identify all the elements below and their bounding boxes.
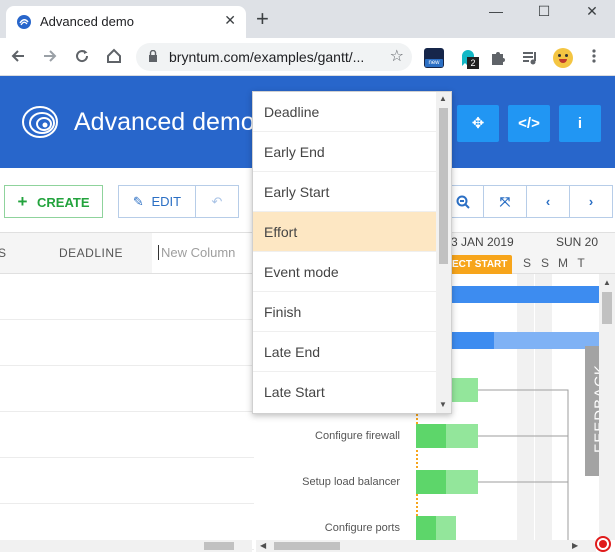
url-text: bryntum.com/examples/gantt/... <box>169 49 365 65</box>
code-icon: </> <box>518 115 540 132</box>
browser-tabstrip: Advanced demo ✕ + — ☐ ✕ <box>0 0 615 38</box>
day-label: T <box>577 256 585 270</box>
browser-tab-active[interactable]: Advanced demo ✕ <box>6 6 246 38</box>
dropdown-item-deadline[interactable]: Deadline <box>253 92 437 132</box>
day-label: M <box>558 256 568 270</box>
new-tab-button[interactable]: + <box>256 7 269 31</box>
column-header-s[interactable]: S <box>0 246 7 260</box>
task-label: Configure ports <box>324 522 400 534</box>
new-column-cell[interactable]: New Column <box>152 233 254 273</box>
dropdown-item-early-end[interactable]: Early End <box>253 132 437 172</box>
grid-body <box>0 274 254 550</box>
extension-ghost-icon[interactable]: 2 <box>458 48 479 69</box>
scroll-left-arrow-icon[interactable]: ◀ <box>260 541 266 550</box>
bookmark-star-icon[interactable]: ☆ <box>390 46 404 66</box>
dropdown-item-late-start[interactable]: Late Start <box>253 372 437 412</box>
back-arrow-icon[interactable] <box>8 46 28 66</box>
week-label: 3 JAN 2019 <box>451 235 514 249</box>
edit-button[interactable]: ✎ EDIT <box>118 185 196 218</box>
window-close-button[interactable]: ✕ <box>578 2 606 22</box>
task-label: Configure firewall <box>315 430 400 442</box>
dropdown-item-late-end[interactable]: Late End <box>253 332 437 372</box>
day-label: S <box>522 256 531 270</box>
extensions-puzzle-icon[interactable] <box>488 48 508 68</box>
zoom-to-fit-button[interactable]: ⤧ <box>483 185 527 218</box>
task-bar[interactable] <box>416 516 456 540</box>
gantt-scroll-thumb[interactable] <box>274 542 340 550</box>
tab-title: Advanced demo <box>40 14 134 29</box>
gantt-horizontal-scrollbar[interactable]: ◀ ▶ <box>256 540 596 552</box>
undo-button[interactable]: ↶ <box>195 185 239 218</box>
table-row[interactable] <box>0 320 254 366</box>
tab-close-icon[interactable]: ✕ <box>224 12 236 29</box>
info-button[interactable]: i <box>559 105 601 142</box>
grid-scroll-thumb[interactable] <box>204 542 234 550</box>
project-start-marker: ECT START <box>448 255 512 275</box>
media-control-icon[interactable] <box>520 48 540 68</box>
bryntum-favicon-icon <box>17 15 31 29</box>
grid-horizontal-scrollbar[interactable] <box>0 540 252 552</box>
browser-menu-icon[interactable] <box>584 46 604 66</box>
move-icon: ✥ <box>471 115 485 132</box>
scroll-up-arrow-icon[interactable]: ▲ <box>439 94 447 103</box>
dropdown-scroll-thumb[interactable] <box>439 108 448 264</box>
task-progress <box>416 516 436 540</box>
plus-icon: + <box>17 192 28 211</box>
next-timespan-button[interactable]: › <box>569 185 613 218</box>
zoom-out-icon <box>456 195 470 209</box>
scroll-right-arrow-icon[interactable]: ▶ <box>572 541 578 550</box>
gantt-vertical-scrollbar[interactable]: ▲ <box>599 274 615 540</box>
scroll-down-arrow-icon[interactable]: ▼ <box>439 400 447 409</box>
new-column-input[interactable]: New Column <box>158 245 235 260</box>
bryntum-logo-icon <box>22 106 58 138</box>
dropdown-item-effort[interactable]: Effort <box>253 212 437 252</box>
dropdown-item-event-mode[interactable]: Event mode <box>253 252 437 292</box>
profile-avatar[interactable] <box>553 48 573 68</box>
browser-toolbar: bryntum.com/examples/gantt/... ☆ new 2 <box>0 38 615 76</box>
task-progress <box>416 470 446 494</box>
column-header-deadline[interactable]: DEADLINE <box>59 246 123 260</box>
grid-header: S DEADLINE New Column <box>0 232 254 274</box>
record-indicator-icon <box>595 536 611 552</box>
pencil-icon: ✎ <box>132 194 144 209</box>
home-icon[interactable] <box>104 46 124 66</box>
task-progress <box>416 424 446 448</box>
window-minimize-button[interactable]: — <box>482 2 510 22</box>
code-button[interactable]: </> <box>508 105 550 142</box>
compress-icon: ⤧ <box>499 194 511 209</box>
task-label: Setup load balancer <box>302 476 400 488</box>
task-bar[interactable] <box>416 424 478 448</box>
day-label: S <box>540 256 549 270</box>
task-bar[interactable] <box>416 470 478 494</box>
column-type-dropdown[interactable]: Deadline Early End Early Start Effort Ev… <box>252 91 452 414</box>
vertical-scroll-thumb[interactable] <box>602 292 612 324</box>
previous-timespan-button[interactable]: ‹ <box>526 185 570 218</box>
edit-label: EDIT <box>151 194 182 209</box>
create-button[interactable]: + CREATE <box>4 185 103 218</box>
week-label-next: SUN 20 <box>556 235 599 249</box>
chevron-left-icon: ‹ <box>545 194 551 209</box>
forward-arrow-icon[interactable] <box>40 46 60 66</box>
dropdown-scrollbar[interactable]: ▲ ▼ <box>436 92 451 413</box>
table-row[interactable] <box>0 366 254 412</box>
undo-icon: ↶ <box>211 194 223 209</box>
scroll-up-arrow-icon[interactable]: ▲ <box>603 278 611 287</box>
lock-icon <box>149 50 157 62</box>
dropdown-item-early-start[interactable]: Early Start <box>253 172 437 212</box>
extension-new-icon[interactable]: new <box>424 48 444 68</box>
table-row[interactable] <box>0 274 254 320</box>
reload-icon[interactable] <box>72 46 92 66</box>
extension-badge: 2 <box>467 57 479 69</box>
dropdown-item-finish[interactable]: Finish <box>253 292 437 332</box>
table-row[interactable] <box>0 458 254 504</box>
address-bar[interactable]: bryntum.com/examples/gantt/... ☆ <box>136 43 412 71</box>
fullscreen-button[interactable]: ✥ <box>457 105 499 142</box>
window-maximize-button[interactable]: ☐ <box>530 2 558 22</box>
chevron-right-icon: › <box>588 194 594 209</box>
table-row[interactable] <box>0 412 254 458</box>
info-icon: i <box>577 115 583 132</box>
app-title: Advanced demo <box>74 108 255 136</box>
create-label: CREATE <box>37 195 90 210</box>
